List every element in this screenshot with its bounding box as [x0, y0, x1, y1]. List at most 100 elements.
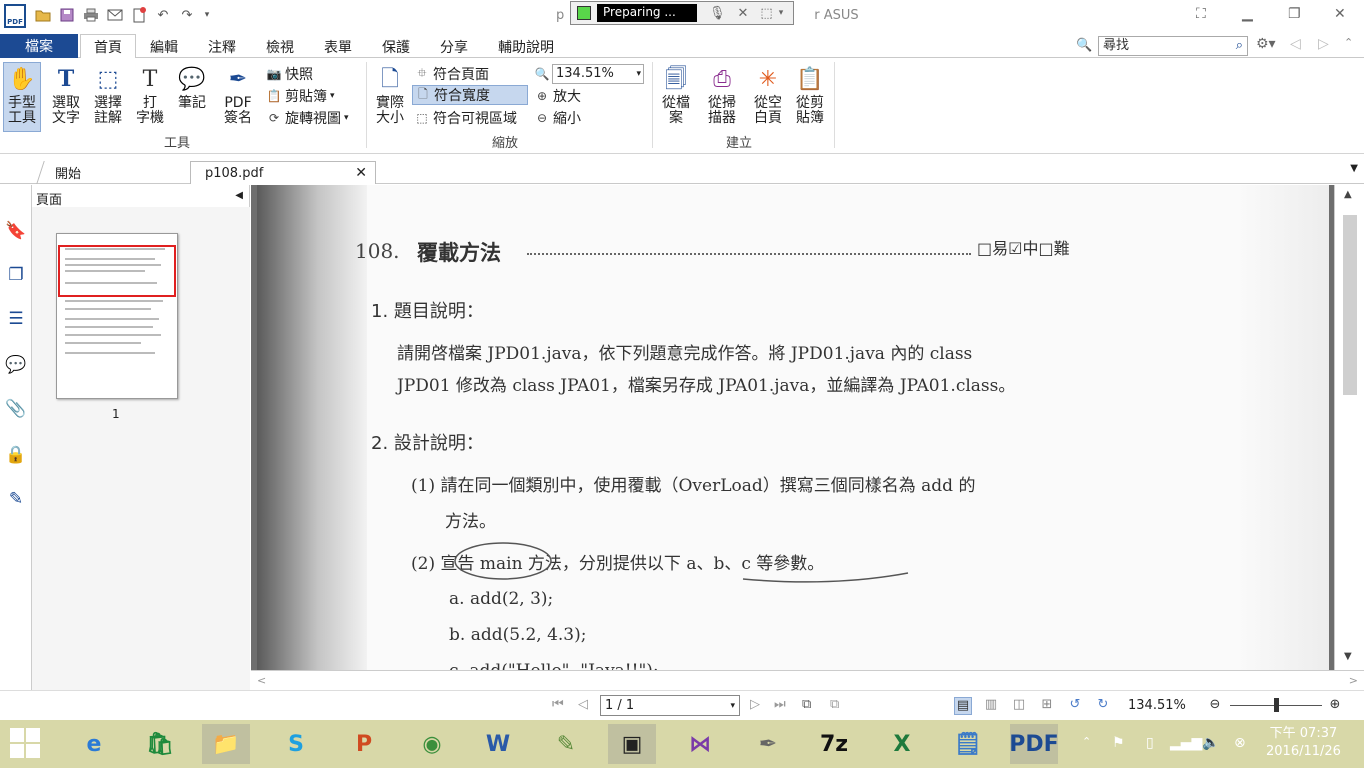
battery-icon[interactable]: ▯: [1146, 735, 1154, 751]
visual-studio-icon[interactable]: ⋈: [676, 724, 724, 764]
tab-share[interactable]: 分享: [440, 37, 468, 57]
rotate-view-button[interactable]: ⟳ 旋轉視圖 ▾: [266, 108, 349, 128]
single-page-view-icon[interactable]: ▤: [954, 697, 972, 715]
app-logo-icon[interactable]: PDF: [4, 4, 26, 28]
record-indicator-icon[interactable]: [577, 6, 591, 20]
menu-file[interactable]: 檔案: [0, 34, 78, 58]
print-icon[interactable]: [82, 6, 100, 24]
create-from-scanner-button[interactable]: ⎙ 從掃 描器: [700, 64, 744, 126]
previous-view-icon[interactable]: ⧉: [802, 697, 811, 712]
region-select-icon[interactable]: ⬚: [760, 6, 772, 21]
thumbnail-viewport-box[interactable]: [58, 245, 176, 297]
skype-icon[interactable]: S: [272, 724, 320, 764]
tab-form[interactable]: 表單: [324, 37, 352, 57]
tab-protect[interactable]: 保護: [382, 37, 410, 57]
page-thumbnail[interactable]: [56, 233, 178, 399]
powerpoint-icon[interactable]: P: [340, 724, 388, 764]
recorder-dropdown-icon[interactable]: ▾: [779, 8, 784, 18]
tab-view[interactable]: 檢視: [266, 37, 294, 57]
security-lock-icon[interactable]: 🔒: [5, 445, 27, 467]
rotate-right-icon[interactable]: ↻: [1094, 697, 1112, 715]
store-icon[interactable]: 🛍: [136, 724, 184, 764]
excel-icon[interactable]: X: [878, 724, 926, 764]
restore-button[interactable]: ❐: [1288, 6, 1301, 22]
page-number-select[interactable]: 1 / 1 ▾: [600, 695, 740, 716]
redo-icon[interactable]: ↷: [178, 6, 196, 24]
search-icon[interactable]: ⌕: [1236, 37, 1243, 55]
first-page-icon[interactable]: ⏮: [552, 697, 564, 712]
previous-page-icon[interactable]: ◁: [578, 697, 588, 712]
7zip-icon[interactable]: 7z: [810, 724, 858, 764]
pen-tool-icon[interactable]: ✒: [744, 724, 792, 764]
scroll-thumb[interactable]: [1343, 215, 1357, 395]
fit-page-button[interactable]: ⯐ 符合頁面: [414, 64, 489, 84]
attachment-icon[interactable]: 📎: [5, 399, 27, 421]
pdf-reader-taskbar-icon[interactable]: PDF: [1009, 724, 1059, 764]
layers-icon[interactable]: ☰: [5, 309, 27, 331]
fit-width-button[interactable]: 🗋 符合寬度: [412, 85, 528, 105]
status-zoom-out-icon[interactable]: ⊖: [1206, 697, 1224, 715]
notepad-icon[interactable]: 🗒: [944, 724, 992, 764]
actual-size-button[interactable]: 🗋 實際 大小: [372, 64, 408, 126]
hand-tool-button[interactable]: ✋ 手型 工具: [4, 64, 40, 126]
last-page-icon[interactable]: ⏭: [774, 697, 786, 712]
file-explorer-icon[interactable]: 📁: [202, 724, 250, 764]
zoom-select[interactable]: 134.51% ▾: [552, 64, 644, 84]
open-folder-icon[interactable]: [34, 6, 52, 24]
search-input[interactable]: 尋找 ⌕: [1098, 36, 1248, 56]
tab-edit[interactable]: 編輯: [150, 37, 178, 57]
zoom-slider-knob[interactable]: [1274, 698, 1279, 712]
no-connection-icon[interactable]: ⊗: [1234, 735, 1246, 751]
next-page-icon[interactable]: ▷: [750, 697, 760, 712]
tab-help[interactable]: 輔助說明: [498, 37, 554, 57]
create-from-file-button[interactable]: 🗐 從檔 案: [658, 64, 694, 126]
undo-icon[interactable]: ↶: [154, 6, 172, 24]
pages-icon[interactable]: ❐: [5, 265, 27, 287]
collapse-ribbon-icon[interactable]: ⌃: [1344, 36, 1353, 49]
close-tab-icon[interactable]: ✕: [355, 165, 367, 181]
find-folder-icon[interactable]: 🔍: [1076, 38, 1092, 53]
create-from-blank-button[interactable]: ✳ 從空 白頁: [750, 64, 786, 126]
tab-start[interactable]: 開始: [36, 161, 192, 184]
zoom-in-button[interactable]: ⊕ 放大: [534, 86, 581, 106]
bookmark-icon[interactable]: 🔖: [5, 221, 27, 243]
scroll-right-icon[interactable]: >: [1349, 674, 1358, 687]
notepad-plus-icon[interactable]: ✎: [542, 724, 590, 764]
facing-view-icon[interactable]: ◫: [1010, 697, 1028, 715]
snapshot-button[interactable]: 📷 快照: [266, 64, 313, 84]
continuous-facing-view-icon[interactable]: ⊞: [1038, 697, 1056, 715]
tabs-dropdown-icon[interactable]: ▼: [1350, 163, 1358, 174]
fullscreen-icon[interactable]: ⛶: [1196, 6, 1206, 22]
new-icon[interactable]: [130, 6, 148, 24]
start-button[interactable]: [10, 728, 42, 760]
save-icon[interactable]: [58, 6, 76, 24]
horizontal-scrollbar[interactable]: < >: [251, 670, 1364, 690]
close-button[interactable]: ✕: [1334, 6, 1346, 22]
camera-off-icon[interactable]: ✕: [738, 6, 749, 21]
typewriter-button[interactable]: T 打 字機: [130, 64, 170, 126]
network-icon[interactable]: ▂▄▆: [1170, 735, 1202, 751]
note-button[interactable]: 💬 筆記: [172, 64, 212, 111]
internet-explorer-icon[interactable]: e: [70, 724, 118, 764]
microphone-icon[interactable]: 🎙: [709, 6, 726, 21]
settings-icon[interactable]: ⚙▾: [1256, 36, 1276, 52]
chrome-icon[interactable]: ◉: [408, 724, 456, 764]
create-from-clipboard-button[interactable]: 📋 從剪 貼簿: [792, 64, 828, 126]
scroll-left-icon[interactable]: <: [257, 674, 266, 687]
tab-comment[interactable]: 注釋: [208, 37, 236, 57]
scroll-up-icon[interactable]: ▲: [1344, 189, 1352, 200]
rotate-left-icon[interactable]: ↺: [1066, 697, 1084, 715]
system-clock[interactable]: 下午 07:37 2016/11/26: [1266, 725, 1341, 761]
pdf-sign-button[interactable]: ✒ PDF 簽名: [214, 64, 262, 126]
continuous-view-icon[interactable]: ▥: [982, 697, 1000, 715]
command-prompt-icon[interactable]: ▣: [608, 724, 656, 764]
forward-arrow-icon[interactable]: ▷: [1318, 36, 1329, 52]
volume-icon[interactable]: 🔈: [1202, 735, 1219, 751]
select-annotation-button[interactable]: ⬚ 選擇 註解: [88, 64, 128, 126]
tray-overflow-icon[interactable]: ⌃: [1082, 735, 1091, 748]
word-icon[interactable]: W: [474, 724, 522, 764]
zoom-out-button[interactable]: ⊖ 縮小: [534, 108, 581, 128]
minimize-button[interactable]: ▁: [1242, 6, 1253, 22]
collapse-panel-icon[interactable]: ◀: [235, 190, 243, 201]
clipboard-button[interactable]: 📋 剪貼簿 ▾: [266, 86, 335, 106]
